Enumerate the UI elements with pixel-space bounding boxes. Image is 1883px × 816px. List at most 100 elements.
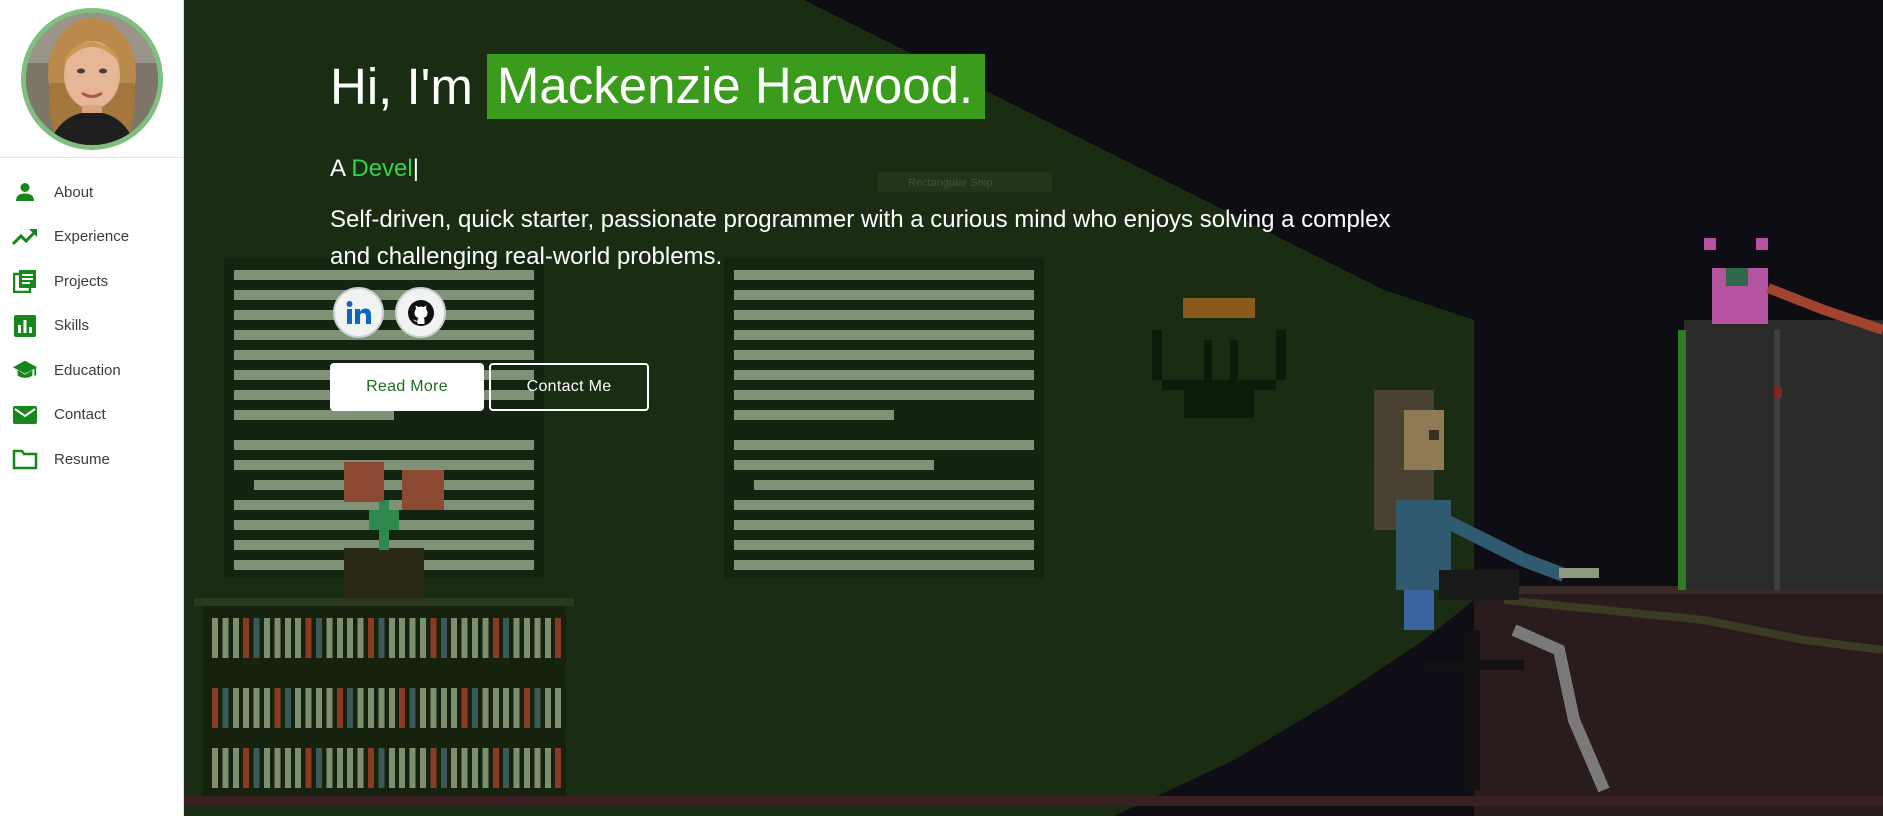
book-spine [274, 688, 281, 728]
book-spine [316, 688, 322, 728]
book-spine [347, 688, 354, 728]
book-spine [336, 748, 343, 788]
book-spine [409, 748, 416, 788]
sidebar-item-label: Education [54, 361, 121, 379]
book-spine [222, 688, 229, 728]
book-spine [482, 748, 489, 788]
book-spine [378, 618, 385, 658]
book-spine [284, 688, 291, 728]
typed-word: Devel [351, 155, 413, 182]
sidebar-item-projects[interactable]: Projects [0, 259, 183, 304]
book-spine [409, 618, 416, 658]
book-spine [368, 618, 374, 658]
bar-chart-icon [12, 313, 38, 339]
sidebar-item-experience[interactable]: Experience [0, 215, 183, 260]
sidebar-item-contact[interactable]: Contact [0, 393, 183, 438]
book-spine [461, 688, 468, 728]
book-spine [555, 688, 562, 728]
book-spine [243, 688, 250, 728]
typed-role: A Devel| [330, 155, 419, 183]
book-spine [534, 748, 541, 788]
book-spine [357, 618, 364, 658]
hero-section: Rectangular Snip Hi, I'm Mackenzie Harwo… [184, 0, 1883, 816]
person-icon [12, 179, 38, 205]
book-spine [295, 748, 302, 788]
avatar [20, 8, 163, 150]
book-spine [440, 688, 447, 728]
book-spine [388, 688, 395, 728]
sidebar-item-education[interactable]: Education [0, 348, 183, 393]
book-spine [534, 618, 541, 658]
book-spine [284, 618, 291, 658]
book-spine [440, 748, 447, 788]
folder-icon [12, 446, 38, 472]
book-spine [326, 688, 333, 728]
name-highlight: Mackenzie Harwood. [486, 54, 986, 119]
book-spine [472, 748, 478, 788]
book-spine [409, 688, 416, 728]
hero-title: Hi, I'm Mackenzie Harwood. [330, 54, 986, 119]
book-spine [513, 748, 520, 788]
book-spine [347, 748, 354, 788]
book-spine [326, 618, 333, 658]
book-spine [461, 618, 468, 658]
book-spine [232, 748, 239, 788]
book-spine [243, 748, 250, 788]
book-spine [461, 748, 468, 788]
book-spine [347, 618, 354, 658]
sidebar: About Experience Projects Skills Educati… [0, 0, 184, 816]
book-spine [388, 618, 395, 658]
book-spine [305, 618, 312, 658]
book-spine [336, 688, 343, 728]
book-spine [253, 618, 260, 658]
book-spine [482, 618, 489, 658]
typed-prefix: A [330, 155, 352, 182]
book-spine [368, 748, 374, 788]
sidebar-item-resume[interactable]: Resume [0, 437, 183, 482]
book-spine [264, 618, 270, 658]
book-spine [420, 748, 426, 788]
book-spine [212, 688, 218, 728]
github-link[interactable] [395, 287, 446, 338]
book-spine [472, 688, 478, 728]
book-spine [274, 748, 281, 788]
book-spine [388, 748, 395, 788]
book-spine [430, 618, 437, 658]
book-spine [264, 748, 270, 788]
hero-buttons: Read More Contact Me [330, 363, 649, 411]
book-spine [399, 748, 406, 788]
book-spine [378, 748, 385, 788]
book-spine [357, 748, 364, 788]
book-spine [503, 748, 510, 788]
book-spine [326, 748, 333, 788]
sidebar-item-about[interactable]: About [0, 170, 183, 215]
book-spine [524, 688, 530, 728]
linkedin-link[interactable] [333, 287, 384, 338]
book-spine [420, 688, 426, 728]
typing-cursor: | [412, 155, 419, 182]
read-more-button[interactable]: Read More [330, 363, 484, 411]
book-spine [253, 688, 260, 728]
projects-icon [12, 268, 38, 294]
book-spine [274, 618, 281, 658]
book-spine [513, 688, 520, 728]
book-spine [232, 618, 239, 658]
contact-me-button[interactable]: Contact Me [489, 363, 649, 411]
greeting-text: Hi, I'm [330, 58, 473, 115]
book-spine [212, 618, 218, 658]
book-spine [316, 748, 322, 788]
book-spine [492, 618, 499, 658]
sidebar-item-skills[interactable]: Skills [0, 304, 183, 349]
book-spine [503, 618, 510, 658]
book-spine [544, 618, 551, 658]
avatar-image [25, 13, 158, 145]
book-spine [451, 688, 458, 728]
book-spine [555, 618, 562, 658]
book-spine [399, 618, 406, 658]
book-spine [503, 688, 510, 728]
book-spine [555, 748, 562, 788]
book-spine [253, 748, 260, 788]
sidebar-item-label: Projects [54, 272, 109, 290]
sidebar-item-label: Resume [54, 450, 110, 468]
book-spine [305, 748, 312, 788]
